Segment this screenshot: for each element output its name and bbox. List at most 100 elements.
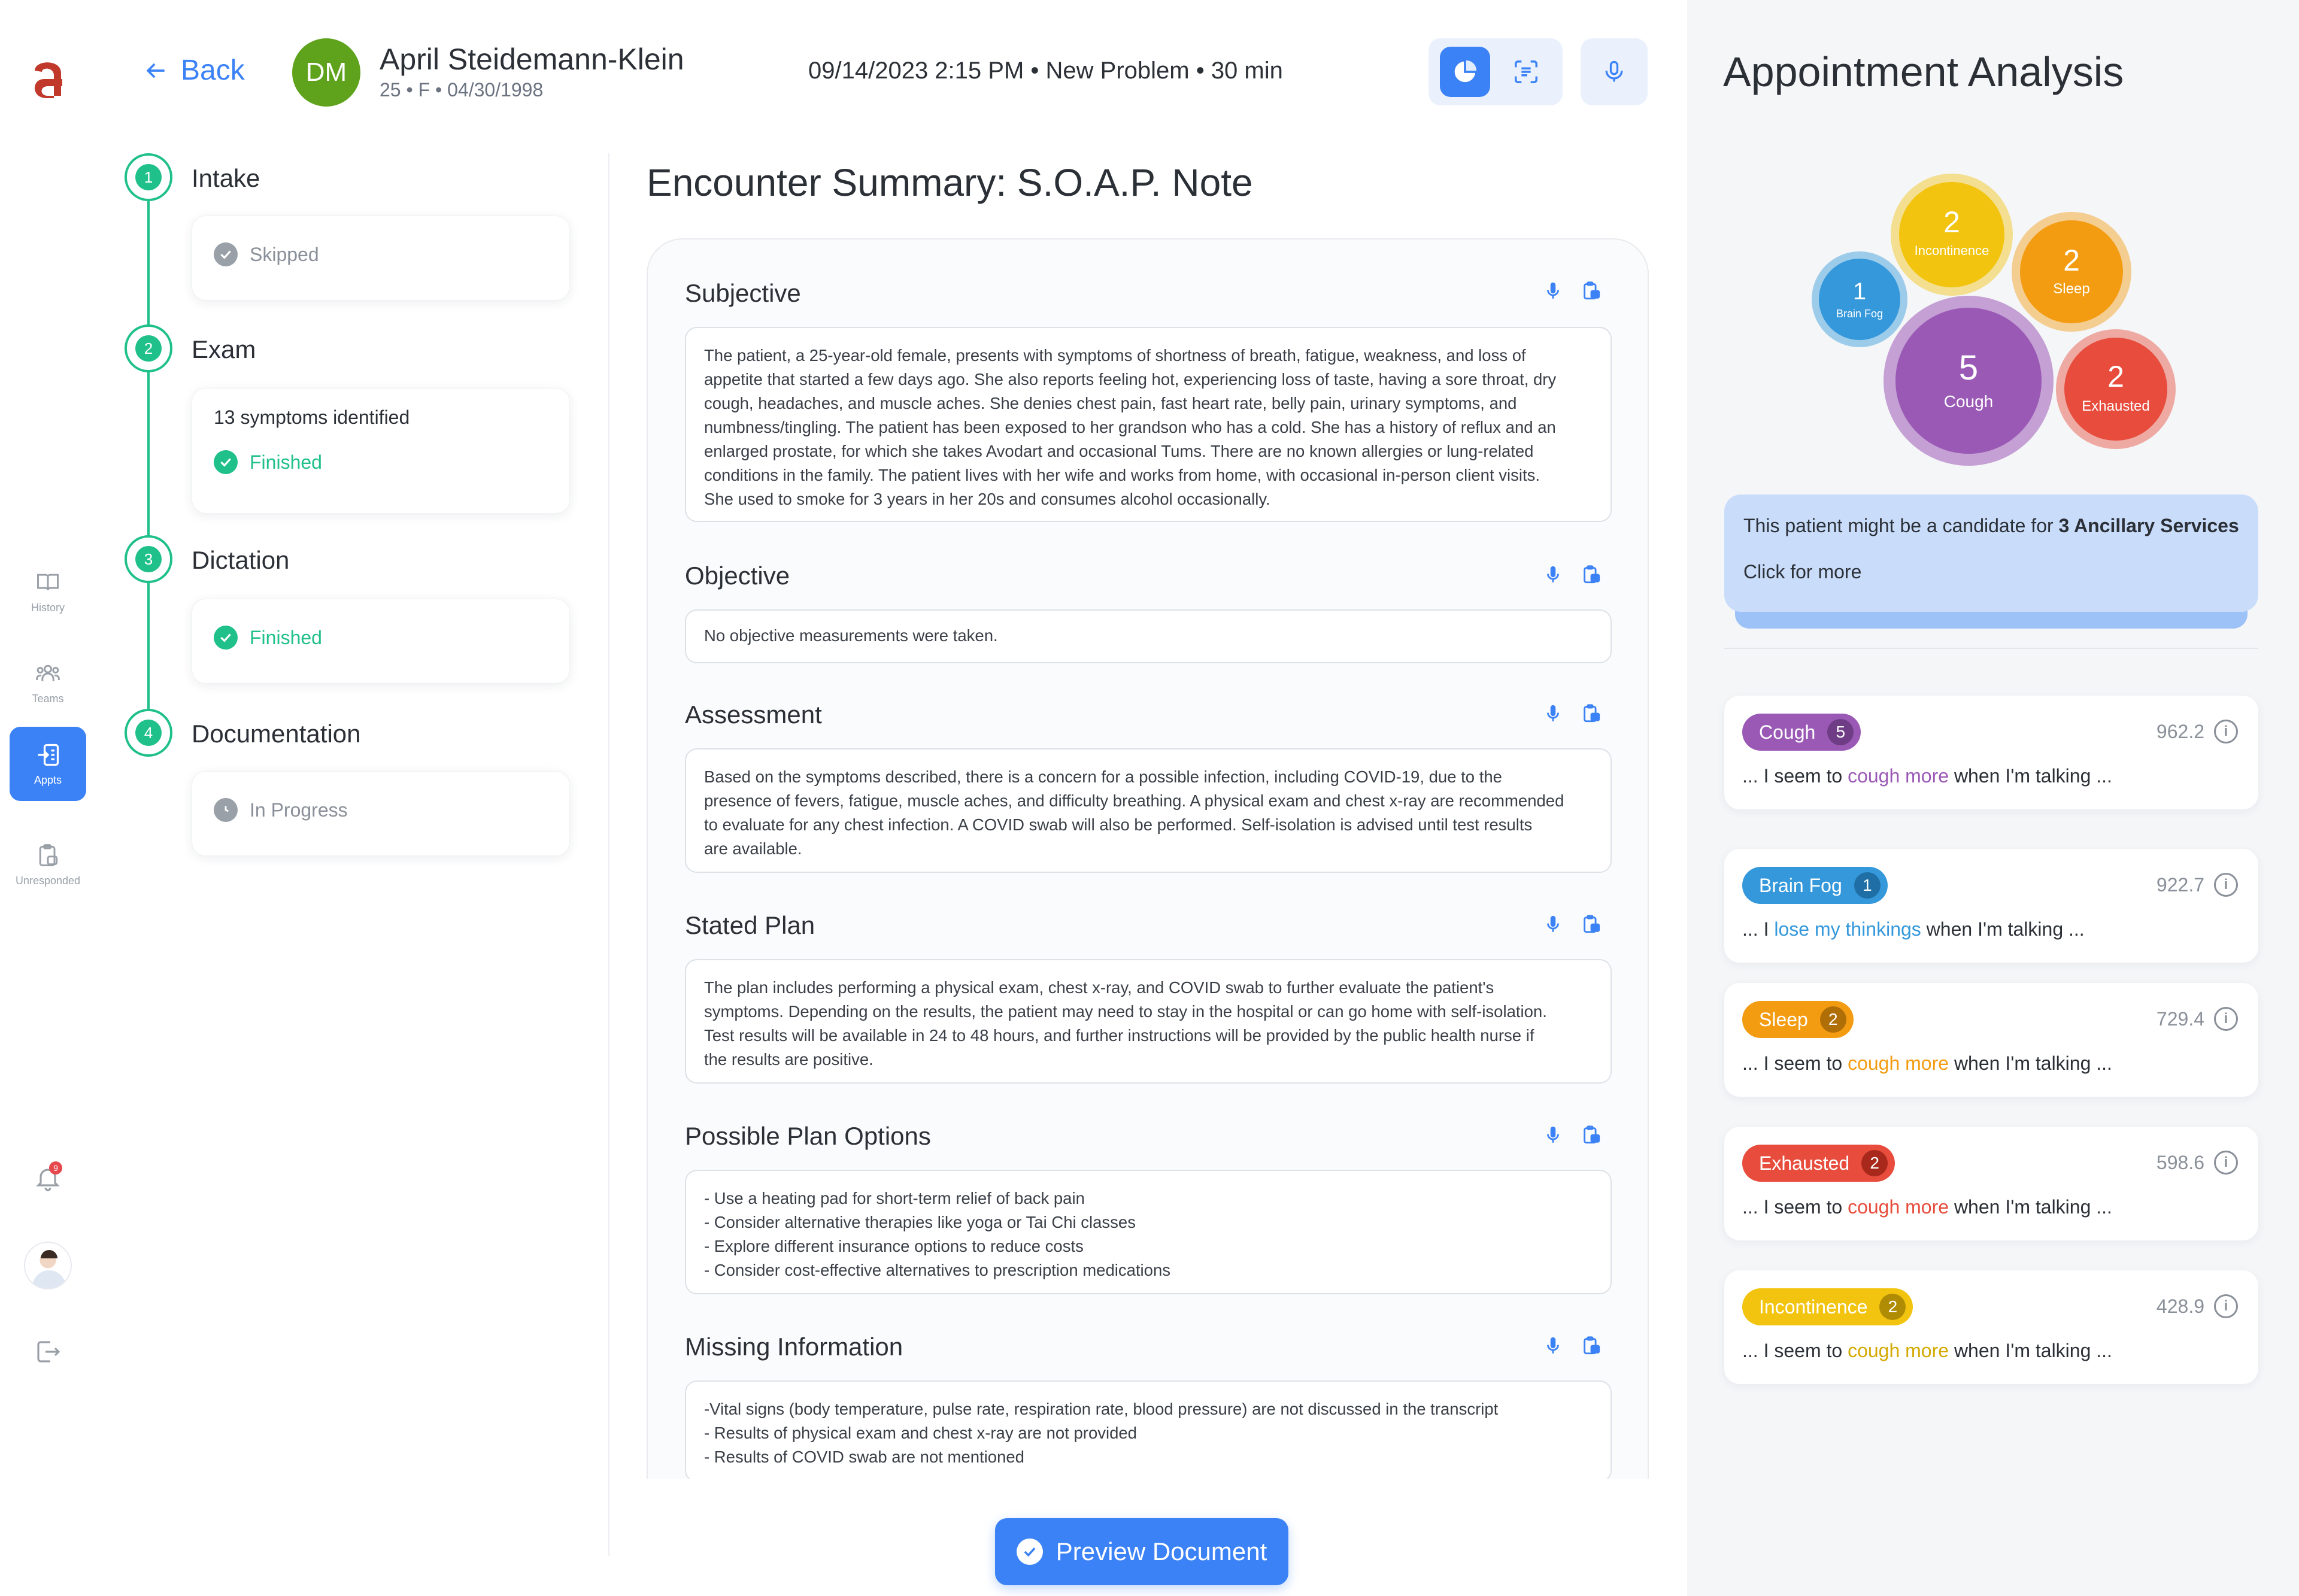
- nav-item-history[interactable]: History: [10, 554, 86, 629]
- section-actions: [1541, 1334, 1603, 1358]
- symptom-pill[interactable]: Exhausted 2: [1742, 1145, 1895, 1182]
- section-title-plan-options: Possible Plan Options: [685, 1122, 931, 1150]
- section-text-assessment[interactable]: Based on the symptoms described, there i…: [685, 748, 1612, 873]
- microphone-icon: [1547, 1126, 1559, 1143]
- symptom-card-sleep[interactable]: Sleep 2 729.4 i ... I seem to cough more…: [1724, 983, 2258, 1108]
- nav-label: Teams: [32, 692, 64, 705]
- dictate-button[interactable]: [1541, 1334, 1565, 1358]
- card-stack-shadow: [1741, 1233, 2242, 1251]
- check-icon: [214, 626, 238, 650]
- step-title-intake[interactable]: Intake: [192, 164, 260, 193]
- symptom-card-brain-fog[interactable]: Brain Fog 1 922.7 i ... I lose my thinki…: [1724, 849, 2258, 963]
- stepper-line: [147, 177, 150, 733]
- symptom-card-cough[interactable]: Cough 5 962.2 i ... I seem to cough more…: [1724, 696, 2258, 820]
- symptom-quote: ... I seem to cough more when I'm talkin…: [1742, 1196, 2112, 1218]
- symptom-quote: ... I seem to cough more when I'm talkin…: [1742, 1052, 2112, 1074]
- copy-button[interactable]: [1579, 563, 1603, 587]
- soap-note-panel[interactable]: Subjective The patient, a 25-year-old fe…: [647, 238, 1649, 1479]
- symptom-quote: ... I lose my thinkings when I'm talking…: [1742, 918, 2085, 940]
- symptom-card-exhausted[interactable]: Exhausted 2 598.6 i ... I seem to cough …: [1724, 1127, 2258, 1251]
- card-stack-shadow: [1741, 1090, 2242, 1108]
- section-text-plan-options[interactable]: - Use a heating pad for short-term relie…: [685, 1170, 1612, 1294]
- analysis-panel: Appointment Analysis 2 Incontinence 2 Sl…: [1687, 0, 2299, 1596]
- symptom-pill[interactable]: Incontinence 2: [1742, 1288, 1913, 1325]
- page-title: Encounter Summary: S.O.A.P. Note: [647, 161, 1253, 204]
- nav-item-teams[interactable]: Teams: [10, 645, 86, 720]
- symptom-pill[interactable]: Cough 5: [1742, 714, 1861, 751]
- notifications-button[interactable]: 9: [34, 1161, 62, 1195]
- bubble-sleep[interactable]: 2 Sleep: [2012, 212, 2131, 332]
- svg-text:Incontinence: Incontinence: [1915, 243, 1989, 258]
- step-card-documentation[interactable]: In Progress: [192, 771, 570, 856]
- quote-highlight: cough more: [1848, 1052, 1949, 1074]
- dictate-button[interactable]: [1541, 702, 1565, 726]
- transcript-view-button[interactable]: [1501, 47, 1551, 97]
- info-icon[interactable]: i: [2214, 720, 2238, 744]
- ancillary-services-card[interactable]: This patient might be a candidate for 3 …: [1724, 494, 2258, 612]
- nav-item-unresponded[interactable]: Unresponded: [10, 827, 86, 902]
- check-icon: [214, 242, 238, 266]
- bubble-brain-fog[interactable]: 1 Brain Fog: [1812, 251, 1907, 347]
- user-avatar[interactable]: [24, 1242, 72, 1289]
- dictate-button[interactable]: [1541, 279, 1565, 303]
- step-title-documentation[interactable]: Documentation: [192, 720, 361, 748]
- dictate-button[interactable]: [1541, 912, 1565, 936]
- info-icon[interactable]: i: [2214, 1151, 2238, 1175]
- section-actions: [1541, 563, 1603, 587]
- symptom-score: 729.4 i: [2157, 1007, 2238, 1031]
- section-actions: [1541, 279, 1603, 303]
- svg-text:Sleep: Sleep: [2053, 281, 2089, 297]
- step-card-dictation[interactable]: Finished: [192, 599, 570, 684]
- nav-label: Unresponded: [15, 874, 81, 887]
- section-text-subjective[interactable]: The patient, a 25-year-old female, prese…: [685, 327, 1612, 522]
- info-icon[interactable]: i: [2214, 1007, 2238, 1031]
- ancillary-message: This patient might be a candidate for 3 …: [1743, 515, 2239, 536]
- copy-button[interactable]: [1579, 279, 1603, 303]
- copy-button[interactable]: [1579, 1334, 1603, 1358]
- quote-highlight: cough more: [1848, 765, 1949, 787]
- patient-name: April Steidemann-Klein: [380, 43, 684, 76]
- step-title-exam[interactable]: Exam: [192, 335, 256, 364]
- dictate-button[interactable]: [1541, 1123, 1565, 1147]
- section-text-missing-info[interactable]: -Vital signs (body temperature, pulse ra…: [685, 1380, 1612, 1479]
- svg-text:2: 2: [2107, 360, 2124, 393]
- section-text-stated-plan[interactable]: The plan includes performing a physical …: [685, 959, 1612, 1084]
- bubble-exhausted[interactable]: 2 Exhausted: [2056, 329, 2176, 449]
- step-status: Finished: [214, 626, 548, 650]
- dictate-button[interactable]: [1541, 563, 1565, 587]
- section-text-objective[interactable]: No objective measurements were taken.: [685, 609, 1612, 663]
- nav-item-appts[interactable]: Appts: [10, 727, 86, 801]
- team-icon: [36, 665, 60, 681]
- copy-button[interactable]: [1579, 912, 1603, 936]
- symptom-card-incontinence[interactable]: Incontinence 2 428.9 i ... I seem to cou…: [1724, 1270, 2258, 1395]
- bubble-incontinence[interactable]: 2 Incontinence: [1891, 174, 2013, 296]
- book-icon: [37, 574, 59, 590]
- symptom-pill[interactable]: Sleep 2: [1742, 1001, 1854, 1038]
- record-button[interactable]: [1581, 38, 1648, 105]
- symptom-pill[interactable]: Brain Fog 1: [1742, 867, 1888, 904]
- analysis-view-button[interactable]: [1440, 47, 1490, 97]
- scan-text-icon: [1515, 60, 1537, 83]
- copy-button[interactable]: [1579, 1123, 1603, 1147]
- step-title-dictation[interactable]: Dictation: [192, 546, 289, 575]
- arrow-left-icon: [146, 63, 165, 78]
- app-logo[interactable]: [26, 53, 69, 98]
- microphone-icon: [1547, 705, 1559, 721]
- copy-button[interactable]: [1579, 702, 1603, 726]
- back-button[interactable]: Back: [142, 54, 245, 87]
- logout-button[interactable]: [34, 1337, 62, 1366]
- info-icon[interactable]: i: [2214, 873, 2238, 897]
- column-divider: [608, 153, 609, 1556]
- preview-document-button[interactable]: Preview Document: [995, 1518, 1288, 1585]
- symptom-score: 922.7 i: [2157, 873, 2238, 897]
- bubble-cough[interactable]: 5 Cough: [1884, 296, 2054, 466]
- info-icon[interactable]: i: [2214, 1294, 2238, 1318]
- click-for-more-link[interactable]: Click for more: [1743, 561, 2239, 583]
- quote-highlight: lose my thinkings: [1774, 918, 1921, 940]
- clipboard-icon: [1584, 281, 1600, 300]
- step-card-intake[interactable]: Skipped: [192, 216, 570, 301]
- step-card-exam[interactable]: 13 symptoms identified Finished: [192, 388, 570, 514]
- preview-label: Preview Document: [1056, 1537, 1267, 1565]
- svg-text:Exhausted: Exhausted: [2082, 398, 2149, 414]
- clipboard-icon: [1584, 565, 1600, 584]
